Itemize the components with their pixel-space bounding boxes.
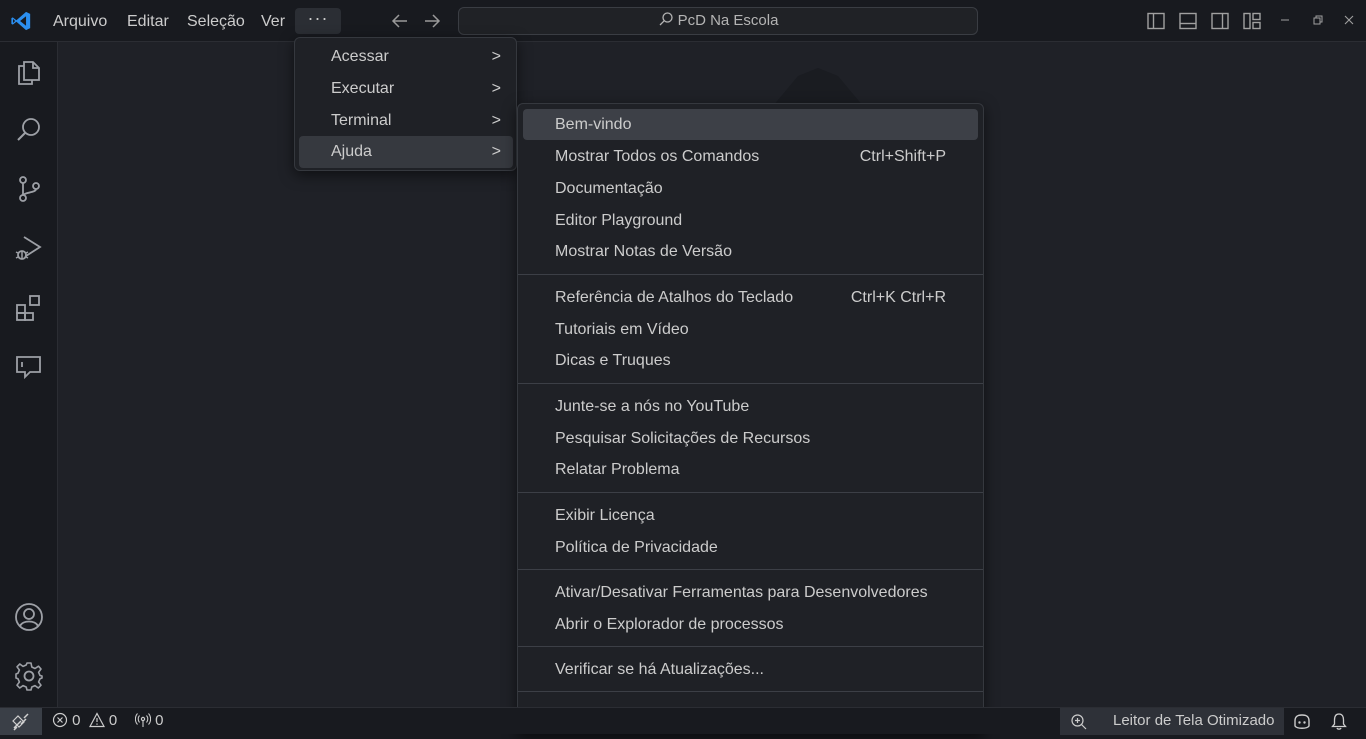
menu-item-label: Mostrar Todos os Comandos <box>555 148 760 165</box>
minimize-icon[interactable] <box>1276 10 1294 30</box>
menu-item-youtube[interactable]: Junte-se a nós no YouTube <box>523 391 978 422</box>
shortcut-label: Ctrl+K Ctrl+R <box>850 289 946 306</box>
remote-indicator[interactable] <box>0 708 42 735</box>
menu-separator <box>518 646 983 647</box>
status-bar: 0 0 0 Leitor de Tela Otimizado <box>0 707 1366 735</box>
chevron-right-icon: > <box>491 80 501 97</box>
toggle-panel-icon[interactable] <box>1178 11 1198 31</box>
source-control-icon[interactable] <box>13 173 45 205</box>
broadcast-icon <box>134 713 152 728</box>
search-icon <box>659 12 673 26</box>
shortcut-label: Ctrl+Shift+P <box>859 148 946 165</box>
more-menu: Acessar > Executar > Terminal > Ajuda > <box>294 37 517 171</box>
ports-indicator[interactable]: 0 <box>134 711 164 731</box>
warning-count: 0 <box>108 712 118 729</box>
menu-item-label: Relatar Problema <box>555 461 680 478</box>
menu-item-ferramentas-desenvolvedores[interactable]: Ativar/Desativar Ferramentas para Desenv… <box>523 577 978 608</box>
menu-item-label: Ajuda <box>331 143 372 160</box>
extensions-icon[interactable] <box>13 291 45 323</box>
chat-icon[interactable] <box>13 350 45 382</box>
forward-arrow-icon[interactable] <box>421 10 443 32</box>
menu-item-relatar-problema[interactable]: Relatar Problema <box>523 454 978 485</box>
menu-item-acessar[interactable]: Acessar > <box>299 41 513 73</box>
menu-ver[interactable]: Ver <box>261 11 285 33</box>
help-submenu: Bem-vindo Mostrar Todos os Comandos Ctrl… <box>517 103 984 734</box>
copilot-icon[interactable] <box>1292 712 1312 731</box>
files-icon[interactable] <box>13 56 45 88</box>
menu-editar[interactable]: Editar <box>127 11 169 33</box>
menu-separator <box>518 274 983 275</box>
remote-icon <box>12 713 29 731</box>
menu-separator <box>518 383 983 384</box>
menu-item-bem-vindo[interactable]: Bem-vindo <box>523 109 978 140</box>
menu-item-label: Dicas e Truques <box>555 352 671 369</box>
menu-item-label: Referência de Atalhos do Teclado <box>555 289 794 306</box>
notifications-bell-icon[interactable] <box>1330 712 1348 731</box>
back-arrow-icon[interactable] <box>389 10 411 32</box>
menu-item-label: Editor Playground <box>555 212 683 229</box>
menu-item-explorador-processos[interactable]: Abrir o Explorador de processos <box>523 609 978 640</box>
chevron-right-icon: > <box>491 112 501 129</box>
menu-item-documentacao[interactable]: Documentação <box>523 173 978 204</box>
menu-item-exibir-licenca[interactable]: Exibir Licença <box>523 500 978 531</box>
menu-item-notas-versao[interactable]: Mostrar Notas de Versão <box>523 236 978 267</box>
menu-item-label: Terminal <box>331 112 392 129</box>
more-menu-button[interactable]: ··· <box>295 8 341 34</box>
customize-layout-icon[interactable] <box>1242 11 1262 31</box>
error-count: 0 <box>72 712 81 729</box>
menu-item-label: Exibir Licença <box>555 507 655 524</box>
menu-item-solicitacoes-recursos[interactable]: Pesquisar Solicitações de Recursos <box>523 423 978 454</box>
toggle-secondary-sidebar-icon[interactable] <box>1210 11 1230 31</box>
close-icon[interactable] <box>1340 10 1358 30</box>
menu-item-politica-privacidade[interactable]: Política de Privacidade <box>523 532 978 563</box>
command-center-search[interactable]: PcD Na Escola <box>458 7 978 35</box>
menu-separator <box>518 691 983 692</box>
settings-gear-icon[interactable] <box>13 660 45 692</box>
menu-item-label: Bem-vindo <box>555 116 632 133</box>
account-icon[interactable] <box>13 601 45 633</box>
vscode-logo-icon <box>11 11 31 31</box>
menu-separator <box>518 492 983 493</box>
search-text: PcD Na Escola <box>677 12 779 29</box>
menu-item-label: Verificar se há Atualizações... <box>555 661 764 678</box>
ports-count: 0 <box>155 712 164 729</box>
error-icon <box>52 712 68 728</box>
restore-icon[interactable] <box>1308 10 1326 30</box>
chevron-right-icon: > <box>491 143 501 160</box>
menu-item-mostrar-comandos[interactable]: Mostrar Todos os Comandos Ctrl+Shift+P <box>523 141 978 172</box>
menu-item-label: Documentação <box>555 180 663 197</box>
menu-item-ajuda[interactable]: Ajuda > <box>299 136 513 168</box>
activity-bar <box>0 42 58 707</box>
warning-icon <box>88 712 105 728</box>
menu-separator <box>518 569 983 570</box>
menu-item-label: Acessar <box>331 48 389 65</box>
menu-selecao[interactable]: Seleção <box>187 11 245 33</box>
problems-indicator[interactable]: 0 0 <box>52 711 117 731</box>
menu-item-verificar-atualizacoes[interactable]: Verificar se há Atualizações... <box>523 654 978 685</box>
title-bar: Arquivo Editar Seleção Ver ··· PcD Na Es… <box>0 0 1366 42</box>
menu-item-label: Tutoriais em Vídeo <box>555 321 689 338</box>
chevron-right-icon: > <box>491 48 501 65</box>
menu-item-label: Mostrar Notas de Versão <box>555 243 732 260</box>
menu-item-tutoriais-video[interactable]: Tutoriais em Vídeo <box>523 314 978 345</box>
menu-item-referencia-atalhos[interactable]: Referência de Atalhos do Teclado Ctrl+K … <box>523 282 978 313</box>
menu-item-executar[interactable]: Executar > <box>299 73 513 105</box>
menu-item-label: Pesquisar Solicitações de Recursos <box>555 430 811 447</box>
zoom-icon[interactable] <box>1070 713 1088 731</box>
run-debug-icon[interactable] <box>13 232 45 264</box>
menu-item-label: Política de Privacidade <box>555 539 718 556</box>
menu-item-label: Junte-se a nós no YouTube <box>555 398 750 415</box>
menu-item-label: Abrir o Explorador de processos <box>555 616 784 633</box>
search-icon[interactable] <box>13 114 45 146</box>
menu-item-label: Ativar/Desativar Ferramentas para Desenv… <box>555 584 928 601</box>
toggle-primary-sidebar-icon[interactable] <box>1146 11 1166 31</box>
menu-arquivo[interactable]: Arquivo <box>53 11 107 33</box>
menu-item-dicas-truques[interactable]: Dicas e Truques <box>523 345 978 376</box>
screen-reader-label[interactable]: Leitor de Tela Otimizado <box>1113 711 1274 731</box>
menu-item-editor-playground[interactable]: Editor Playground <box>523 205 978 236</box>
menu-item-terminal[interactable]: Terminal > <box>299 105 513 137</box>
menu-item-label: Executar <box>331 80 395 97</box>
